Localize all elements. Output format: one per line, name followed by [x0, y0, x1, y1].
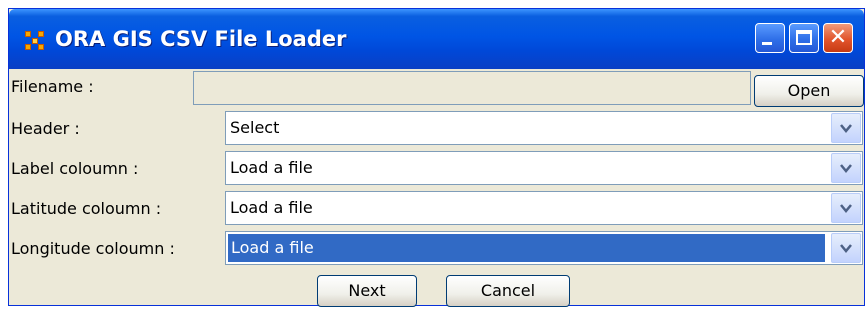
longitude-column-select-value: Load a file — [228, 234, 825, 262]
chevron-down-icon — [840, 204, 852, 213]
dialog-content: Filename : Open Header : Select Label co… — [9, 69, 864, 307]
minimize-button[interactable] — [755, 23, 785, 53]
file-loader-window: ORA GIS CSV File Loader ✕ Filename : Ope… — [8, 8, 865, 307]
filename-label: Filename : — [11, 77, 94, 96]
label-column-dropdown-button[interactable] — [831, 153, 861, 183]
label-column-select[interactable]: Load a file — [225, 151, 863, 185]
label-column-select-value: Load a file — [230, 158, 313, 177]
close-button[interactable]: ✕ — [823, 23, 853, 53]
filename-field — [193, 71, 751, 105]
header-dropdown-button[interactable] — [831, 113, 861, 143]
header-select[interactable]: Select — [225, 111, 863, 145]
close-icon: ✕ — [828, 25, 848, 50]
longitude-column-dropdown-button[interactable] — [831, 233, 861, 263]
title-bar[interactable]: ORA GIS CSV File Loader ✕ — [9, 9, 864, 69]
latitude-column-select[interactable]: Load a file — [225, 191, 863, 225]
cancel-button[interactable]: Cancel — [446, 275, 570, 307]
label-column-label: Label coloumn : — [11, 159, 139, 178]
open-button[interactable]: Open — [754, 75, 864, 107]
chevron-down-icon — [840, 164, 852, 173]
longitude-column-select[interactable]: Load a file — [225, 231, 863, 265]
chevron-down-icon — [840, 124, 852, 133]
header-select-value: Select — [230, 118, 280, 137]
next-button[interactable]: Next — [317, 275, 417, 307]
longitude-column-label: Longitude coloumn : — [11, 239, 175, 258]
maximize-icon — [796, 30, 812, 45]
ora-app-icon — [25, 31, 45, 51]
latitude-column-dropdown-button[interactable] — [831, 193, 861, 223]
maximize-button[interactable] — [789, 23, 819, 53]
window-title: ORA GIS CSV File Loader — [55, 27, 347, 51]
header-label: Header : — [11, 119, 80, 138]
latitude-column-select-value: Load a file — [230, 198, 313, 217]
latitude-column-label: Latitude coloumn : — [11, 199, 162, 218]
minimize-icon — [762, 42, 772, 45]
chevron-down-icon — [840, 244, 852, 253]
